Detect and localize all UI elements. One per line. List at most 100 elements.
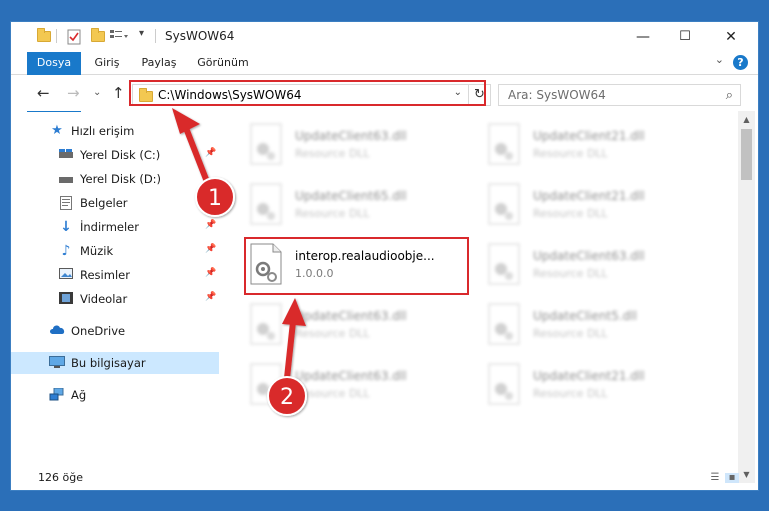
pin-icon[interactable]: 📌 bbox=[205, 196, 216, 206]
dll-file-icon bbox=[250, 363, 282, 405]
tab-giris[interactable]: Giriş bbox=[89, 52, 125, 74]
sidebar-item-muzik[interactable]: ♪ Müzik 📌 bbox=[11, 240, 219, 262]
file-name: UpdateClient63.dll bbox=[295, 129, 407, 143]
sidebar-item-disk-d[interactable]: Yerel Disk (D:) bbox=[11, 168, 219, 190]
sidebar-item-label: Videolar bbox=[80, 292, 128, 306]
dll-file-icon bbox=[488, 303, 520, 345]
scrollbar-thumb[interactable] bbox=[741, 129, 752, 180]
file-description: Resource DLL bbox=[295, 387, 370, 400]
customize-toolbar-icon[interactable] bbox=[110, 29, 130, 46]
music-icon: ♪ bbox=[61, 243, 71, 259]
title-bar: ▾ SysWOW64 — ☐ ✕ bbox=[11, 22, 758, 52]
maximize-button[interactable]: ☐ bbox=[662, 22, 708, 52]
qa-dropdown-icon[interactable]: ▾ bbox=[139, 28, 144, 39]
sidebar-item-onedrive[interactable]: OneDrive bbox=[11, 320, 219, 342]
sidebar-item-label: OneDrive bbox=[71, 324, 126, 338]
sidebar-item-quick-access[interactable]: ★ Hızlı erişim bbox=[11, 120, 219, 142]
list-item[interactable]: UpdateClient21.dll Resource DLL bbox=[487, 119, 717, 179]
divider bbox=[155, 29, 156, 43]
search-icon: ⌕ bbox=[725, 88, 733, 103]
details-view-icon[interactable]: ☰ bbox=[708, 473, 722, 483]
sidebar-item-disk-c[interactable]: Yerel Disk (C:) 📌 bbox=[11, 144, 219, 166]
sidebar-item-label: Ağ bbox=[71, 388, 87, 402]
forward-arrow-icon[interactable]: → bbox=[67, 85, 80, 101]
ribbon-tabs: Dosya Giriş Paylaş Görünüm ⌄ ? bbox=[11, 52, 758, 112]
search-input[interactable] bbox=[499, 85, 708, 105]
list-item[interactable]: UpdateClient63.dll Resource DLL bbox=[249, 119, 479, 179]
tab-paylas[interactable]: Paylaş bbox=[137, 52, 181, 74]
star-icon: ★ bbox=[51, 123, 63, 138]
sidebar-item-label: Yerel Disk (D:) bbox=[80, 172, 162, 186]
computer-icon bbox=[49, 356, 65, 370]
file-name: UpdateClient21.dll bbox=[533, 189, 645, 203]
search-box[interactable]: ⌕ bbox=[498, 84, 741, 106]
download-icon: ↓ bbox=[60, 219, 72, 235]
pin-icon[interactable]: 📌 bbox=[205, 268, 216, 278]
pin-icon[interactable]: 📌 bbox=[205, 220, 216, 230]
sidebar-item-network[interactable]: Ağ bbox=[11, 384, 219, 406]
scroll-up-icon[interactable]: ▲ bbox=[738, 111, 755, 128]
sidebar-item-label: Resimler bbox=[80, 268, 130, 282]
file-description: Resource DLL bbox=[533, 327, 608, 340]
file-name: UpdateClient63.dll bbox=[295, 369, 407, 383]
pin-icon[interactable]: 📌 bbox=[205, 244, 216, 254]
sidebar-item-indirmeler[interactable]: ↓ İndirmeler 📌 bbox=[11, 216, 219, 238]
dll-file-icon bbox=[250, 303, 282, 345]
list-item[interactable]: UpdateClient63.dll Resource DLL bbox=[249, 359, 479, 419]
video-icon bbox=[58, 292, 74, 306]
list-item[interactable]: UpdateClient5.dll Resource DLL bbox=[487, 299, 717, 359]
large-icons-view-icon[interactable]: ▪ bbox=[725, 473, 739, 483]
list-item[interactable]: UpdateClient65.dll Resource DLL bbox=[249, 179, 479, 239]
drive-icon bbox=[58, 172, 74, 186]
minimize-button[interactable]: — bbox=[620, 22, 666, 52]
sidebar-item-resimler[interactable]: Resimler 📌 bbox=[11, 264, 219, 286]
expand-ribbon-icon[interactable]: ⌄ bbox=[715, 53, 724, 66]
scroll-down-icon[interactable]: ▼ bbox=[738, 466, 755, 483]
file-description: Resource DLL bbox=[533, 387, 608, 400]
list-item[interactable]: UpdateClient21.dll Resource DLL bbox=[487, 179, 717, 239]
dll-file-icon bbox=[488, 243, 520, 285]
sidebar-item-label: Hızlı erişim bbox=[71, 124, 135, 138]
sidebar-item-belgeler[interactable]: Belgeler 📌 bbox=[11, 192, 219, 214]
file-name: UpdateClient21.dll bbox=[533, 129, 645, 143]
pictures-icon bbox=[58, 268, 74, 282]
drive-icon bbox=[58, 148, 74, 162]
dll-file-icon bbox=[488, 183, 520, 225]
address-highlight-box bbox=[129, 80, 486, 106]
sidebar-item-label: Müzik bbox=[80, 244, 114, 258]
sidebar-item-label: İndirmeler bbox=[80, 220, 139, 234]
close-button[interactable]: ✕ bbox=[708, 22, 754, 52]
file-name: UpdateClient63.dll bbox=[295, 309, 407, 323]
file-description: Resource DLL bbox=[533, 267, 608, 280]
list-item[interactable]: UpdateClient21.dll Resource DLL bbox=[487, 359, 717, 419]
dll-file-icon bbox=[488, 123, 520, 165]
file-name: UpdateClient5.dll bbox=[533, 309, 637, 323]
list-item[interactable]: UpdateClient63.dll Resource DLL bbox=[249, 299, 479, 359]
file-description: Resource DLL bbox=[533, 207, 608, 220]
up-arrow-icon[interactable]: ↑ bbox=[112, 85, 125, 101]
chevron-down-icon[interactable]: ⌄ bbox=[93, 85, 101, 101]
sidebar-item-videolar[interactable]: Videolar 📌 bbox=[11, 288, 219, 310]
pin-icon[interactable]: 📌 bbox=[205, 292, 216, 302]
vertical-scrollbar[interactable]: ▲ ▼ bbox=[738, 111, 755, 483]
dll-file-icon bbox=[488, 363, 520, 405]
help-button[interactable]: ? bbox=[733, 55, 748, 70]
status-bar: 126 öğe ☰ ▪ bbox=[11, 463, 739, 490]
file-description: Resource DLL bbox=[295, 327, 370, 340]
window-title: SysWOW64 bbox=[165, 29, 235, 43]
navigation-pane: ★ Hızlı erişim Yerel Disk (C:) 📌 Yerel D… bbox=[11, 111, 221, 456]
list-item[interactable]: UpdateClient63.dll Resource DLL bbox=[487, 239, 717, 299]
cloud-icon bbox=[49, 324, 65, 338]
file-description: Resource DLL bbox=[295, 147, 370, 160]
network-icon bbox=[49, 387, 65, 402]
back-arrow-icon[interactable]: ← bbox=[37, 85, 50, 101]
sidebar-item-this-pc[interactable]: Bu bilgisayar bbox=[11, 352, 219, 374]
file-name: UpdateClient63.dll bbox=[533, 249, 645, 263]
properties-icon[interactable] bbox=[67, 29, 81, 48]
document-icon bbox=[58, 196, 74, 210]
file-description: Resource DLL bbox=[533, 147, 608, 160]
dll-file-icon bbox=[250, 123, 282, 165]
tab-gorunum[interactable]: Görünüm bbox=[195, 52, 251, 74]
sidebar-item-label: Bu bilgisayar bbox=[71, 356, 146, 370]
pin-icon[interactable]: 📌 bbox=[205, 148, 216, 158]
